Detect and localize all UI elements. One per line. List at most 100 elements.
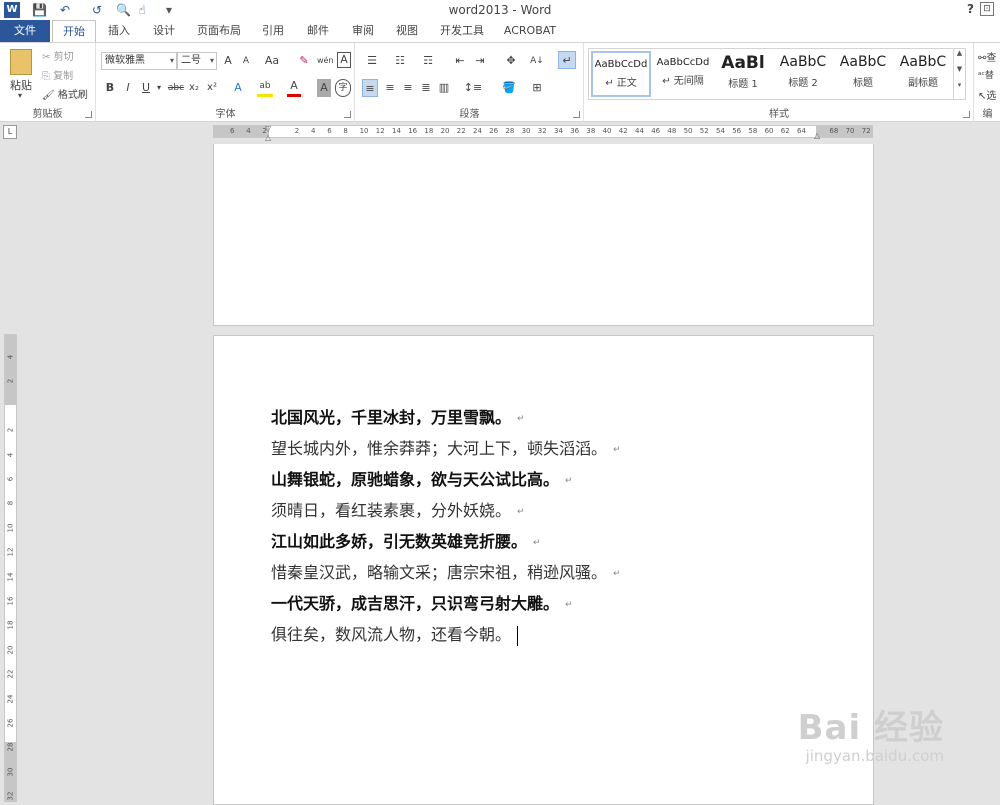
enclose-characters-button[interactable]: 字 [335,79,351,97]
numbering-icon[interactable]: ☷ [390,52,410,70]
style-heading-1[interactable]: AaBl 标题 1 [713,51,773,97]
tab-selector[interactable]: L [3,125,17,139]
font-launcher-icon[interactable] [344,111,351,118]
style-title[interactable]: AaBbC 标题 [833,51,893,97]
bold-button[interactable]: B [103,79,117,97]
tab-view[interactable]: 视图 [389,20,425,42]
italic-button[interactable]: I [121,79,135,97]
borders-icon[interactable]: ⊞ [526,79,548,97]
line-spacing-icon[interactable]: ↕≡ [462,79,484,97]
more-styles-icon[interactable]: ▾ [954,81,965,89]
find-button[interactable]: ⚯查 [978,49,996,64]
phonetic-guide-button[interactable]: wén [317,52,334,70]
select-button[interactable]: ↖选 [978,87,996,102]
print-preview-icon[interactable]: 🔍 [116,2,131,18]
document-paragraph[interactable]: 北国风光，千里冰封，万里雪飘。 ↵ [271,407,525,430]
tab-developer[interactable]: 开发工具 [436,20,488,42]
document-paragraph[interactable]: 江山如此多娇，引无数英雄竞折腰。 ↵ [271,531,541,554]
cut-button[interactable]: ✂ 剪切 [42,48,74,63]
paste-icon[interactable] [10,49,32,75]
underline-button[interactable]: U [139,79,153,97]
style-subtitle[interactable]: AaBbC 副标题 [893,51,953,97]
character-shading-button[interactable]: A [317,79,331,97]
redo-icon[interactable]: ↺ [90,2,104,18]
touch-mode-icon[interactable]: ☝ [135,2,149,18]
text-effects-button[interactable]: A [231,79,245,97]
font-family-select[interactable]: 微软雅黑 ▾ [101,52,177,70]
help-button[interactable]: ? [967,2,974,16]
show-formatting-marks-icon[interactable]: ↵ [558,51,576,69]
highlight-button[interactable]: ab [257,79,273,97]
tab-design[interactable]: 设计 [145,20,183,42]
vertical-ruler[interactable]: 4 2 2 4 6 8 10 12 14 16 18 20 22 24 26 28 30 32 [0,144,20,802]
increase-indent-icon[interactable]: ⇥ [472,52,488,70]
align-right-icon[interactable]: ≡ [400,79,416,97]
customize-toolbar-icon[interactable]: ▾ [164,2,174,18]
style-no-spacing[interactable]: AaBbCcDd ↵ 无间隔 [653,51,713,97]
distributed-icon[interactable]: ▥ [436,79,452,97]
styles-scroll[interactable]: ▲ ▼ ▾ [953,49,965,99]
document-paragraph[interactable]: 须晴日，看红装素裹，分外妖娆。 ↵ [271,500,525,523]
page-current[interactable]: 北国风光，千里冰封，万里雪飘。 ↵ 望长城内外，惟余莽莽；大河上下，顿失滔滔。 ↵ 山舞… [213,335,874,805]
clipboard-group: 粘贴 ▾ ✂ 剪切 ⎘ 复制 🖌 格式刷 剪贴板 [0,43,96,122]
tab-review[interactable]: 审阅 [345,20,381,42]
copy-button[interactable]: ⎘ 复制 [42,67,73,82]
tab-home[interactable]: 开始 [52,20,96,42]
right-indent-marker[interactable]: △ [814,131,820,140]
clipboard-launcher-icon[interactable] [85,111,92,118]
style-heading-2[interactable]: AaBbC 标题 2 [773,51,833,97]
shading-icon[interactable]: 🪣 [498,79,520,97]
paragraph-launcher-icon[interactable] [573,111,580,118]
underline-dropdown-icon[interactable]: ▾ [155,79,163,97]
tab-insert[interactable]: 插入 [100,20,138,42]
chevron-up-icon[interactable]: ▲ [954,49,965,57]
subscript-button[interactable]: x₂ [187,79,201,97]
ruler-tick-label: 22 [456,127,466,135]
tab-references[interactable]: 引用 [255,20,291,42]
format-painter-button[interactable]: 🖌 格式刷 [42,86,88,101]
save-icon[interactable]: 💾 [32,2,47,18]
font-size-select[interactable]: 二号 ▾ [177,52,217,70]
paste-dropdown-icon[interactable]: ▾ [18,91,22,100]
bullets-icon[interactable]: ☰ [362,52,382,70]
grow-font-button[interactable]: A [221,52,235,70]
document-paragraph[interactable]: 惜秦皇汉武，略输文采；唐宗宋祖，稍逊风骚。 ↵ [271,562,621,585]
style-normal[interactable]: AaBbCcDd ↵ 正文 [591,51,651,97]
clear-formatting-button[interactable]: ✎ [297,52,311,70]
ruler-tick-label: 46 [651,127,661,135]
first-line-indent-marker[interactable]: ▽ [265,124,271,133]
watermark-url: jingyan.baidu.com [805,747,944,765]
tab-page-layout[interactable]: 页面布局 [193,20,245,42]
align-center-icon[interactable]: ≡ [382,79,398,97]
ribbon-display-options-button[interactable]: ⊡ [980,2,994,16]
decrease-indent-icon[interactable]: ⇤ [452,52,468,70]
superscript-button[interactable]: x² [205,79,219,97]
document-paragraph[interactable]: 一代天骄，成吉思汗，只识弯弓射大雕。 ↵ [271,593,573,616]
justify-icon[interactable]: ≣ [418,79,434,97]
tab-mailings[interactable]: 邮件 [300,20,336,42]
replace-button[interactable]: ᵃᶜ替 [978,68,994,81]
document-paragraph[interactable]: 山舞银蛇，原驰蜡象，欲与天公试比高。 ↵ [271,469,573,492]
ruler-tick-label: 48 [667,127,677,135]
cut-label: 剪切 [53,52,74,63]
sort-icon[interactable]: A↓ [530,52,544,70]
tab-acrobat[interactable]: ACROBAT [500,20,560,42]
asian-layout-icon[interactable]: ✥ [500,52,522,70]
tab-file[interactable]: 文件 [0,20,50,42]
hanging-indent-marker[interactable]: △ [265,133,271,142]
document-paragraph[interactable]: 俱往矣，数风流人物，还看今朝。 [271,624,519,646]
paragraph-text: 山舞银蛇，原驰蜡象，欲与天公试比高。 [271,470,560,489]
font-color-button[interactable]: A [287,79,301,97]
document-paragraph[interactable]: 望长城内外，惟余莽莽；大河上下，顿失滔滔。 ↵ [271,438,621,461]
horizontal-ruler[interactable]: L 6 4 2 2 4 6 8 10 12 14 16 18 20 22 24 26 28 30 32 34 36 38 4… [0,122,1000,144]
character-border-button[interactable]: A [337,52,351,68]
change-case-button[interactable]: Aa [261,52,283,70]
multilevel-list-icon[interactable]: ☶ [418,52,438,70]
undo-icon[interactable]: ↶ [58,2,72,18]
chevron-down-icon[interactable]: ▼ [954,65,965,73]
align-left-icon[interactable]: ≡ [362,79,378,97]
styles-launcher-icon[interactable] [963,111,970,118]
strikethrough-button[interactable]: abc [167,79,185,97]
style-sample: AaBbCcDd [594,59,648,70]
shrink-font-button[interactable]: A [239,52,253,70]
